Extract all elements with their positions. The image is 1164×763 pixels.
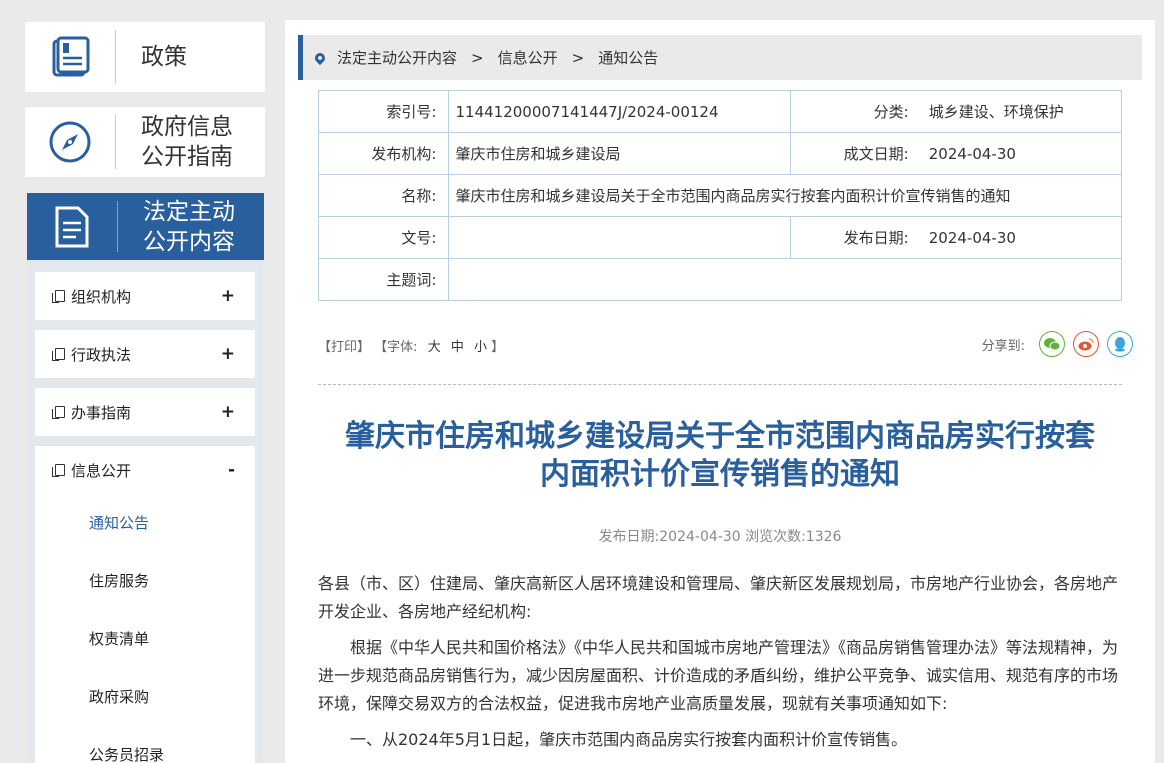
font-size-suffix: 】 <box>491 340 505 355</box>
meta-key: 名称: <box>317 174 450 217</box>
meta-key: 发布机构: <box>317 132 450 175</box>
article-body: 各县（市、区）住建局、肇庆高新区人居环境建设和管理局、肇庆新区发展规划局，市房地… <box>318 570 1122 762</box>
meta-key: 文号: <box>317 216 450 259</box>
document-copy-icon <box>52 348 65 361</box>
article-paragraph: 各县（市、区）住建局、肇庆高新区人居环境建设和管理局、肇庆新区发展规划局，市房地… <box>318 574 1119 621</box>
breadcrumb: 法定主动公开内容 > 信息公开 > 通知公告 <box>298 35 1142 80</box>
document-icon <box>27 205 117 249</box>
meta-key: 发布日期: <box>789 216 921 259</box>
font-medium-button[interactable]: 中 <box>451 340 464 355</box>
meta-key: 主题词: <box>317 258 450 301</box>
document-meta-table: 索引号: 11441200007141447J/2024-00124 分类: 城… <box>317 90 1122 301</box>
document-copy-icon <box>52 464 65 477</box>
submenu-housing-services[interactable]: 住房服务 <box>35 552 255 610</box>
print-button[interactable]: 【打印】 <box>318 340 370 355</box>
submenu-procurement[interactable]: 政府采购 <box>35 668 255 726</box>
meta-value: 肇庆市住房和城乡建设局关于全市范围内商品房实行按套内面积计价宣传销售的通知 <box>448 174 1122 217</box>
weibo-icon[interactable] <box>1073 331 1099 357</box>
meta-value: 2024-04-30 <box>920 216 1122 259</box>
article-paragraph: 根据《中华人民共和国价格法》《中华人民共和国城市房地产管理法》《商品房销售管理办… <box>318 638 1119 713</box>
submenu-notices[interactable]: 通知公告 <box>35 494 255 552</box>
meta-value: 11441200007141447J/2024-00124 <box>448 90 791 133</box>
expand-icon[interactable]: + <box>221 402 235 422</box>
font-size-prefix: 【字体: <box>374 340 418 355</box>
nav-card-policy[interactable]: 政策 <box>25 22 265 92</box>
article-title: 肇庆市住房和城乡建设局关于全市范围内商品房实行按套 内面积计价宣传销售的通知 <box>345 419 1095 492</box>
nav-card-disclosure-guide[interactable]: 政府信息 公开指南 <box>25 107 265 177</box>
sidebar-item-label: 组织机构 <box>71 287 132 306</box>
sidebar-item-guide[interactable]: 办事指南 + <box>35 388 255 436</box>
document-copy-icon <box>52 406 65 419</box>
location-pin-icon <box>312 50 328 65</box>
expand-icon[interactable]: + <box>221 286 235 306</box>
qq-icon[interactable] <box>1107 331 1133 357</box>
sidebar-item-info-disclosure: 信息公开 - 通知公告 住房服务 权责清单 政府采购 公务员招录 <box>35 446 255 763</box>
sidebar-item-enforcement[interactable]: 行政执法 + <box>35 330 255 378</box>
chevron-right-icon: > <box>471 48 484 67</box>
meta-row: 索引号: 11441200007141447J/2024-00124 分类: 城… <box>317 90 1122 133</box>
meta-value: 2024-04-30 <box>920 132 1122 175</box>
expand-icon[interactable]: + <box>221 344 235 364</box>
font-small-button[interactable]: 小 <box>474 340 487 355</box>
meta-row: 主题词: <box>317 258 1122 301</box>
collapse-icon[interactable]: - <box>228 460 235 480</box>
divider <box>318 384 1122 385</box>
nav-card-label: 政府信息 公开指南 <box>141 114 233 170</box>
meta-value <box>448 258 1122 301</box>
chevron-right-icon: > <box>571 48 585 67</box>
breadcrumb-link-statutory[interactable]: 法定主动公开内容 <box>337 47 457 68</box>
sidebar-item-info-header[interactable]: 信息公开 - <box>35 446 255 494</box>
nav-card-statutory-content[interactable]: 法定主动 公开内容 <box>27 193 264 260</box>
breadcrumb-link-notices[interactable]: 通知公告 <box>598 47 658 68</box>
main-content: 法定主动公开内容 > 信息公开 > 通知公告 索引号: 114412000071… <box>285 20 1155 763</box>
submenu-civil-service[interactable]: 公务员招录 <box>35 726 255 763</box>
share-label: 分享到: <box>981 338 1025 354</box>
document-copy-icon <box>52 290 65 303</box>
meta-value <box>448 216 791 259</box>
share-bar: 分享到: <box>982 331 1133 357</box>
meta-value: 城乡建设、环境保护 <box>920 90 1122 133</box>
article-paragraph: 一、从2024年5月1日起，肇庆市范围内商品房实行按套内面积计价宣传销售。 <box>350 730 908 749</box>
meta-key: 成文日期: <box>789 132 921 175</box>
nav-card-label: 法定主动 公开内容 <box>143 198 235 255</box>
compass-icon <box>25 119 115 165</box>
article-info: 发布日期:2024-04-30 浏览次数:1326 <box>598 529 842 545</box>
meta-value: 肇庆市住房和城乡建设局 <box>448 132 791 175</box>
meta-row: 文号: 发布日期: 2024-04-30 <box>317 216 1122 259</box>
sidebar-item-org[interactable]: 组织机构 + <box>35 272 255 320</box>
meta-row: 发布机构: 肇庆市住房和城乡建设局 成文日期: 2024-04-30 <box>317 132 1122 175</box>
policy-book-icon <box>25 35 115 79</box>
font-large-button[interactable]: 大 <box>428 340 441 355</box>
submenu-power-list[interactable]: 权责清单 <box>35 610 255 668</box>
breadcrumb-link-info[interactable]: 信息公开 <box>498 47 558 68</box>
sidebar-item-label: 信息公开 <box>71 461 132 480</box>
nav-card-label: 政策 <box>141 44 187 70</box>
sidebar-item-label: 行政执法 <box>71 345 132 364</box>
wechat-icon[interactable] <box>1039 331 1065 357</box>
sidebar-item-label: 办事指南 <box>71 403 132 422</box>
meta-key: 索引号: <box>317 90 450 133</box>
meta-key: 分类: <box>789 90 921 133</box>
article-tools: 【打印】 【字体: 大 中 小 】 <box>318 336 504 355</box>
meta-row: 名称: 肇庆市住房和城乡建设局关于全市范围内商品房实行按套内面积计价宣传销售的通… <box>317 174 1122 217</box>
